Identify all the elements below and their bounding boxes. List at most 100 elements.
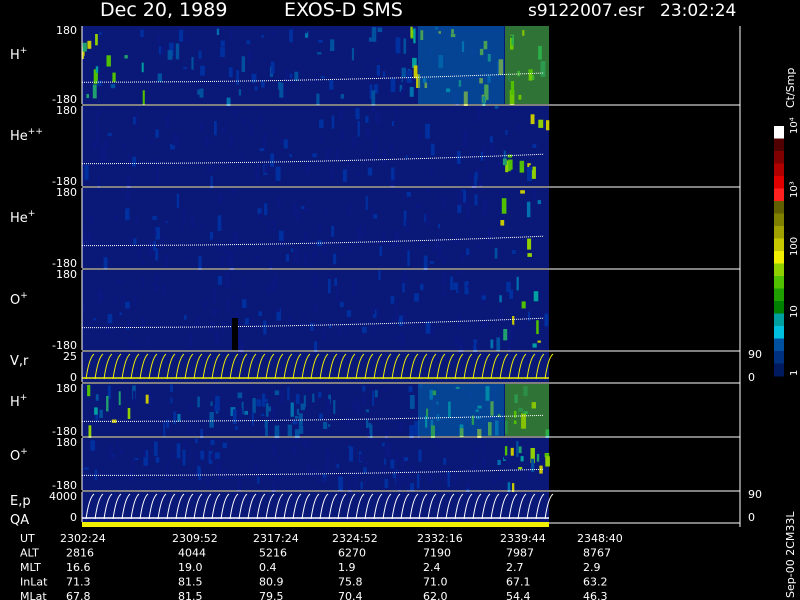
heatmap-cell bbox=[409, 425, 415, 440]
heatmap-cell bbox=[494, 106, 499, 109]
heatmap-cell bbox=[331, 115, 335, 129]
heatmap-cell bbox=[279, 82, 284, 98]
heatmap-cell bbox=[406, 34, 411, 37]
table-cell: 81.5 bbox=[178, 576, 203, 589]
heatmap-cell bbox=[91, 140, 97, 151]
heatmap-cell bbox=[83, 302, 86, 312]
heatmap-cell bbox=[363, 222, 366, 237]
heatmap-cell bbox=[246, 118, 249, 122]
heatmap-cell bbox=[287, 317, 293, 324]
heatmap-cell bbox=[497, 162, 502, 165]
heatmap-cell bbox=[324, 209, 327, 217]
heatmap-cell bbox=[251, 411, 254, 426]
heatmap-cell bbox=[107, 314, 113, 324]
heatmap-cell bbox=[113, 296, 117, 303]
heatmap-cell bbox=[128, 338, 132, 346]
heatmap-band bbox=[505, 384, 549, 436]
heatmap-cell bbox=[532, 189, 536, 201]
heatmap-cell bbox=[199, 88, 204, 98]
heatmap-cell bbox=[364, 461, 369, 465]
heatmap-cell bbox=[279, 389, 285, 404]
heatmap-cell bbox=[482, 198, 488, 204]
heatmap-cell bbox=[409, 86, 414, 97]
heatmap-cell bbox=[366, 319, 369, 322]
heatmap-cell bbox=[85, 215, 90, 220]
heatmap-cell bbox=[536, 454, 540, 462]
panel-label: E,p bbox=[10, 494, 31, 509]
heatmap-cell bbox=[84, 467, 89, 470]
heatmap-cell bbox=[518, 124, 521, 132]
panel-label-sup: + bbox=[20, 46, 28, 56]
table-cell: 2348:40 bbox=[577, 532, 623, 545]
heatmap-cell bbox=[499, 295, 502, 303]
heatmap-cell bbox=[384, 446, 390, 458]
heatmap-cell bbox=[215, 452, 220, 459]
colorbar-tick: 1 bbox=[789, 370, 800, 376]
heatmap-band bbox=[418, 26, 504, 104]
heatmap-cell bbox=[216, 28, 220, 35]
heatmap-cell bbox=[87, 231, 92, 244]
heatmap-cell bbox=[188, 403, 193, 410]
heatmap-cell bbox=[406, 477, 410, 491]
colorbar-swatch bbox=[774, 226, 784, 239]
heatmap-cell bbox=[154, 284, 159, 293]
header-date: Dec 20, 1989 bbox=[100, 0, 227, 21]
heatmap-cell bbox=[367, 167, 373, 176]
colorbar-swatch bbox=[774, 351, 784, 364]
right-tick-top: 90 bbox=[748, 348, 762, 361]
heatmap-cell bbox=[184, 36, 190, 43]
heatmap-cell bbox=[470, 342, 474, 345]
heatmap-cell bbox=[195, 438, 198, 444]
heatmap-cell bbox=[207, 166, 211, 174]
heatmap-cell bbox=[371, 108, 376, 112]
y-tick-top: 25 bbox=[63, 350, 77, 363]
heatmap-cell bbox=[112, 72, 116, 83]
heatmap-cell bbox=[432, 246, 435, 253]
heatmap-cell bbox=[114, 215, 119, 221]
heatmap-cell bbox=[497, 459, 501, 465]
heatmap-cell bbox=[278, 456, 281, 463]
heatmap-cell bbox=[454, 333, 458, 346]
heatmap-cell bbox=[240, 153, 243, 160]
heatmap-cell bbox=[107, 132, 112, 137]
heatmap-cell bbox=[372, 390, 375, 406]
heatmap-cell bbox=[242, 118, 245, 125]
heatmap-cell bbox=[238, 89, 242, 96]
heatmap-cell bbox=[109, 399, 114, 411]
heatmap-cell bbox=[545, 456, 550, 467]
heatmap-cell bbox=[323, 239, 327, 254]
heatmap-cell bbox=[324, 462, 329, 473]
heatmap-cell bbox=[501, 198, 507, 214]
heatmap-cell bbox=[494, 248, 498, 259]
heatmap-cell bbox=[503, 329, 508, 341]
table-cell: 71.3 bbox=[66, 576, 91, 589]
heatmap-cell bbox=[200, 224, 203, 230]
heatmap-cell bbox=[91, 321, 94, 326]
heatmap-cell bbox=[289, 73, 293, 78]
heatmap-cell bbox=[276, 479, 280, 483]
heatmap-cell bbox=[141, 260, 146, 266]
heatmap-cell bbox=[346, 310, 352, 317]
heatmap-cell bbox=[362, 394, 366, 406]
heatmap-cell bbox=[97, 80, 102, 86]
panel-data-area bbox=[82, 438, 549, 490]
heatmap-cell bbox=[220, 40, 225, 47]
table-cell: 7190 bbox=[423, 547, 451, 560]
y-tick-top: 180 bbox=[56, 436, 77, 449]
heatmap-cell bbox=[195, 317, 200, 327]
heatmap-cell bbox=[376, 112, 381, 125]
heatmap-cell bbox=[475, 445, 479, 454]
heatmap-cell bbox=[242, 247, 246, 250]
heatmap-cell bbox=[235, 242, 238, 250]
heatmap-cell bbox=[223, 245, 226, 256]
panel-o-plus-1: O+180-180 bbox=[10, 268, 740, 356]
heatmap-cell bbox=[490, 339, 494, 349]
heatmap-cell bbox=[384, 458, 387, 465]
heatmap-cell bbox=[313, 274, 317, 287]
heatmap-cell bbox=[390, 295, 395, 304]
table-cell: 5216 bbox=[259, 547, 287, 560]
heatmap-cell bbox=[216, 242, 220, 251]
heatmap-cell bbox=[210, 166, 215, 172]
heatmap-cell bbox=[417, 203, 422, 208]
colorbar-swatch bbox=[774, 326, 784, 339]
